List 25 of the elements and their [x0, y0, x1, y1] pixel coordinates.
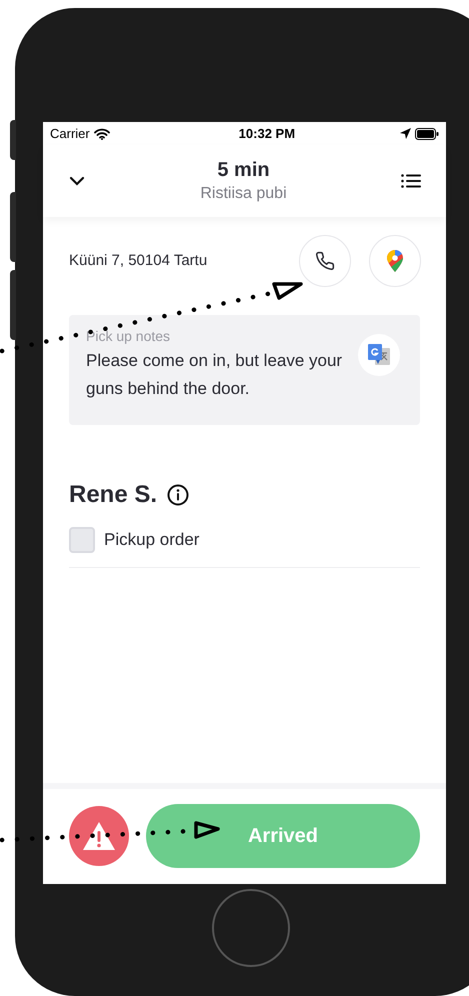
eta-title: 5 min	[217, 158, 270, 183]
menu-button[interactable]	[400, 171, 422, 191]
venue-name: Ristiisa pubi	[200, 184, 287, 204]
address-text: Küüni 7, 50104 Tartu	[69, 250, 208, 271]
warning-icon	[82, 820, 116, 850]
map-pin-icon	[387, 250, 403, 272]
phone-icon	[315, 251, 335, 271]
info-icon[interactable]	[167, 484, 190, 506]
customer-name: Rene S.	[69, 480, 158, 510]
location-arrow-icon	[400, 128, 411, 139]
status-time: 10:32 PM	[238, 124, 296, 143]
home-button[interactable]	[212, 889, 290, 967]
maps-button[interactable]	[369, 235, 421, 287]
wifi-icon	[94, 128, 110, 140]
battery-icon	[414, 128, 439, 140]
notes-text: Please come on in, but leave your guns behind the door.	[86, 350, 344, 400]
call-button[interactable]	[299, 235, 351, 287]
list-icon	[400, 174, 421, 188]
carrier-label: Carrier	[50, 124, 90, 143]
checklist-label: Pickup order	[104, 529, 200, 552]
translate-icon	[366, 342, 392, 368]
chevron-down-icon	[69, 176, 85, 186]
arrived-button[interactable]: Arrived	[146, 804, 420, 868]
translate-button[interactable]	[358, 334, 400, 376]
checkbox[interactable]	[69, 527, 95, 553]
